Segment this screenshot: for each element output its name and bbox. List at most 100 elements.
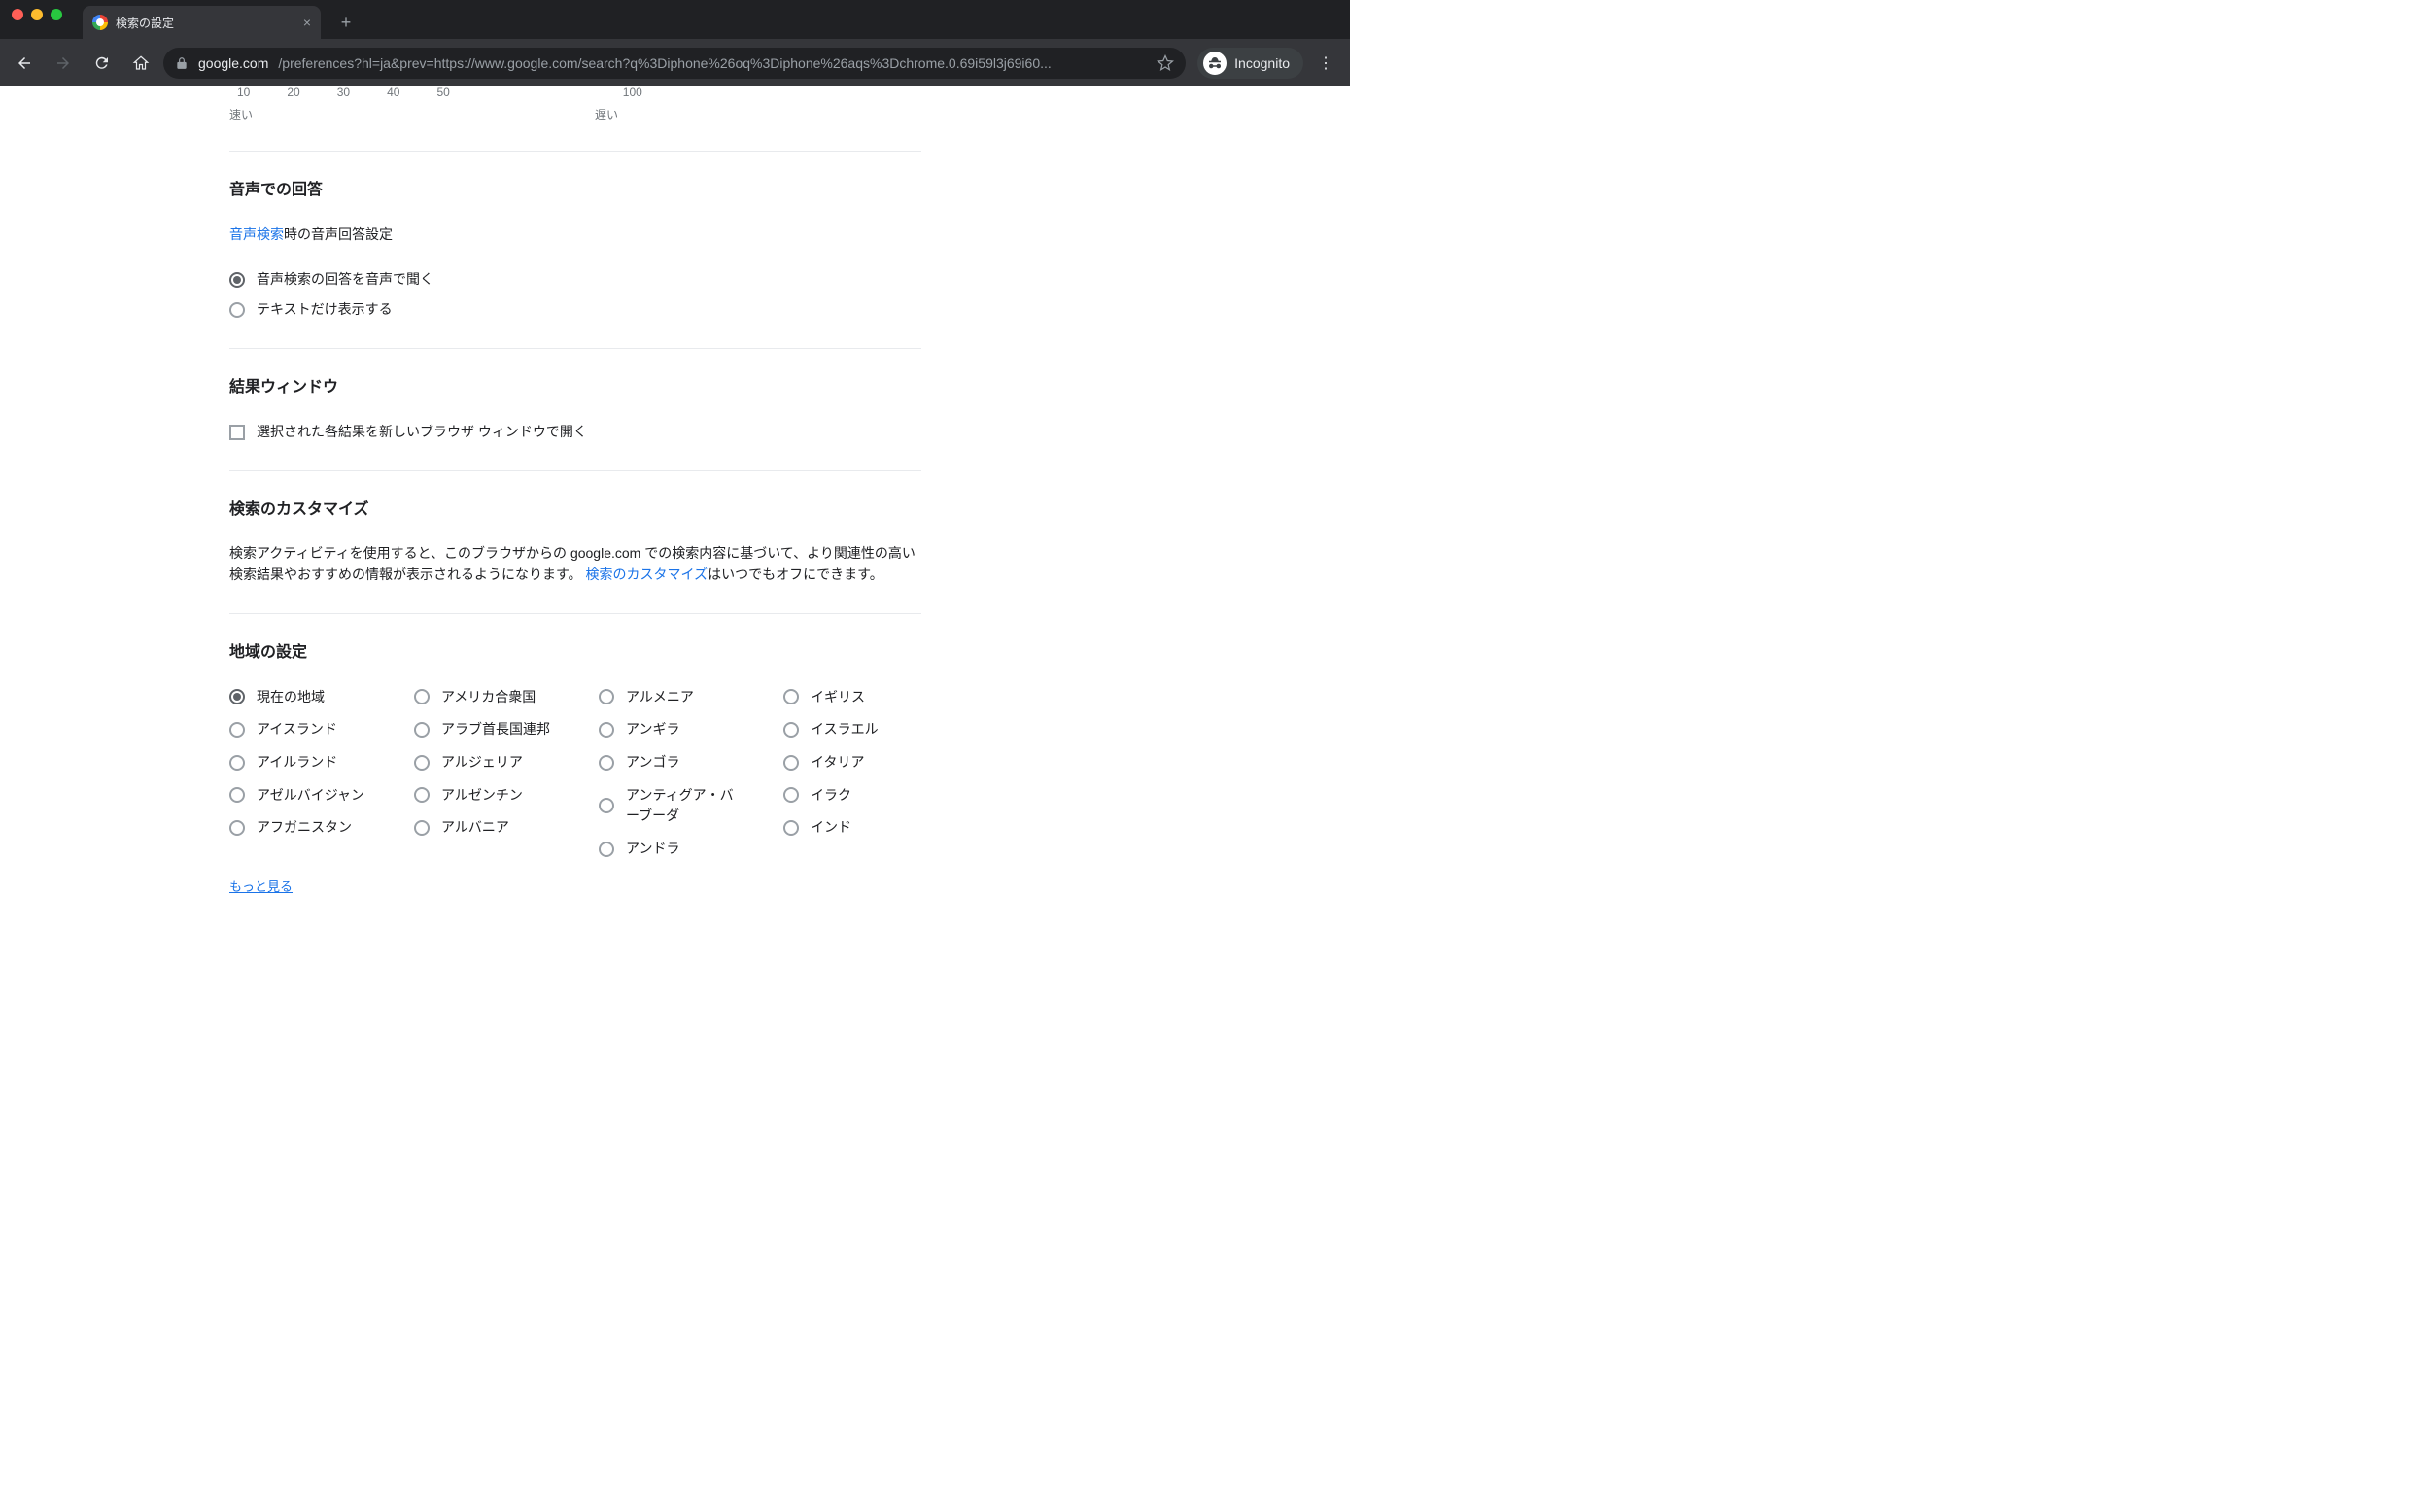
region-radio[interactable]: イタリア <box>783 752 929 773</box>
mac-traffic-lights <box>12 9 62 20</box>
region-radio[interactable]: イスラエル <box>783 719 929 740</box>
region-radio[interactable]: イギリス <box>783 687 929 708</box>
voice-speak-radio[interactable]: 音声検索の回答を音声で聞く <box>229 269 921 291</box>
incognito-icon <box>1203 52 1227 75</box>
region-label: イタリア <box>811 752 864 773</box>
region-label: アルバニア <box>441 817 509 839</box>
region-label: イラク <box>811 785 851 807</box>
section-divider <box>229 151 921 152</box>
radio-icon <box>414 787 430 803</box>
region-label: アンギラ <box>626 719 679 740</box>
results-window-heading: 結果ウィンドウ <box>229 376 921 400</box>
voice-desc-suffix: 時の音声回答設定 <box>284 226 393 242</box>
voice-text-only-radio[interactable]: テキストだけ表示する <box>229 299 921 321</box>
region-radio[interactable]: アメリカ合衆国 <box>414 687 560 708</box>
results-per-page-ticks: 10 20 30 40 50 100 <box>229 86 921 102</box>
reload-button[interactable] <box>86 47 119 80</box>
region-radio[interactable]: アルメニア <box>599 687 744 708</box>
radio-icon <box>599 755 614 771</box>
voice-text-label: テキストだけ表示する <box>257 299 393 321</box>
region-label: アルジェリア <box>441 752 523 773</box>
customize-heading: 検索のカスタマイズ <box>229 498 921 523</box>
fullscreen-window-dot[interactable] <box>51 9 62 20</box>
browser-menu-button[interactable]: ⋮ <box>1309 53 1342 73</box>
radio-icon <box>229 722 245 738</box>
section-divider <box>229 613 921 614</box>
radio-icon <box>599 842 614 857</box>
tick-40: 40 <box>387 86 399 102</box>
region-radio[interactable]: アンドラ <box>599 839 744 860</box>
open-new-window-checkbox[interactable]: 選択された各結果を新しいブラウザ ウィンドウで開く <box>229 422 921 443</box>
home-button[interactable] <box>124 47 157 80</box>
radio-icon <box>229 820 245 836</box>
lock-icon <box>175 56 189 70</box>
region-heading: 地域の設定 <box>229 641 921 666</box>
tick-30: 30 <box>337 86 350 102</box>
new-tab-button[interactable]: + <box>332 9 360 36</box>
radio-icon <box>229 787 245 803</box>
radio-icon <box>783 787 799 803</box>
radio-icon <box>229 689 245 704</box>
google-favicon-icon <box>92 15 108 30</box>
radio-icon <box>229 755 245 771</box>
voice-answers-desc: 音声検索時の音声回答設定 <box>229 224 921 246</box>
region-radio[interactable]: アンティグア・バーブーダ <box>599 785 744 827</box>
slow-label: 遅い <box>595 106 618 124</box>
voice-search-link[interactable]: 音声検索 <box>229 226 284 242</box>
region-label: 現在の地域 <box>257 687 325 708</box>
radio-icon <box>599 798 614 813</box>
region-label: アンドラ <box>626 839 679 860</box>
url-host: google.com <box>198 55 268 71</box>
voice-speak-label: 音声検索の回答を音声で聞く <box>257 269 433 291</box>
region-label: イスラエル <box>811 719 879 740</box>
region-radio[interactable]: アイスランド <box>229 719 375 740</box>
minimize-window-dot[interactable] <box>31 9 43 20</box>
forward-button[interactable] <box>47 47 80 80</box>
tab-strip: 検索の設定 × + <box>0 0 1350 39</box>
region-radio[interactable]: アルジェリア <box>414 752 560 773</box>
browser-tab[interactable]: 検索の設定 × <box>83 6 321 39</box>
browser-chrome: 検索の設定 × + google.com/preferences?hl=ja&p… <box>0 0 1350 86</box>
region-radio[interactable]: アルゼンチン <box>414 785 560 807</box>
checkbox-icon <box>229 425 245 440</box>
close-window-dot[interactable] <box>12 9 23 20</box>
region-radio[interactable]: アゼルバイジャン <box>229 785 375 807</box>
region-label: インド <box>811 817 851 839</box>
browser-toolbar: google.com/preferences?hl=ja&prev=https:… <box>0 39 1350 86</box>
section-divider <box>229 470 921 471</box>
speed-labels: 速い 遅い <box>229 106 618 124</box>
region-radio[interactable]: イラク <box>783 785 929 807</box>
customize-para-post: はいつでもオフにできます。 <box>708 567 883 582</box>
voice-answers-heading: 音声での回答 <box>229 179 921 203</box>
radio-icon <box>783 722 799 738</box>
radio-icon <box>229 302 245 318</box>
incognito-badge[interactable]: Incognito <box>1197 48 1303 79</box>
customize-link[interactable]: 検索のカスタマイズ <box>586 567 709 582</box>
region-label: アメリカ合衆国 <box>441 687 536 708</box>
region-label: アゼルバイジャン <box>257 785 364 807</box>
section-divider <box>229 348 921 349</box>
tab-title: 検索の設定 <box>116 15 174 31</box>
region-radio[interactable]: アイルランド <box>229 752 375 773</box>
bookmark-star-icon[interactable] <box>1157 54 1174 72</box>
radio-icon <box>783 689 799 704</box>
radio-icon <box>414 820 430 836</box>
address-bar[interactable]: google.com/preferences?hl=ja&prev=https:… <box>163 48 1186 79</box>
region-radio[interactable]: アルバニア <box>414 817 560 839</box>
region-radio[interactable]: インド <box>783 817 929 839</box>
region-radio[interactable]: アンギラ <box>599 719 744 740</box>
back-button[interactable] <box>8 47 41 80</box>
radio-icon <box>414 722 430 738</box>
region-radio[interactable]: アフガニスタン <box>229 817 375 839</box>
region-radio[interactable]: アラブ首長国連邦 <box>414 719 560 740</box>
radio-icon <box>783 820 799 836</box>
region-label: アイルランド <box>257 752 337 773</box>
region-radio[interactable]: アンゴラ <box>599 752 744 773</box>
tick-100: 100 <box>623 86 642 102</box>
close-tab-icon[interactable]: × <box>303 15 311 30</box>
open-new-window-label: 選択された各結果を新しいブラウザ ウィンドウで開く <box>257 422 587 443</box>
customize-paragraph: 検索アクティビティを使用すると、このブラウザからの google.com での検… <box>229 543 921 585</box>
region-radio[interactable]: 現在の地域 <box>229 687 375 708</box>
region-more-link[interactable]: もっと見る <box>229 877 293 897</box>
region-label: アラブ首長国連邦 <box>441 719 550 740</box>
